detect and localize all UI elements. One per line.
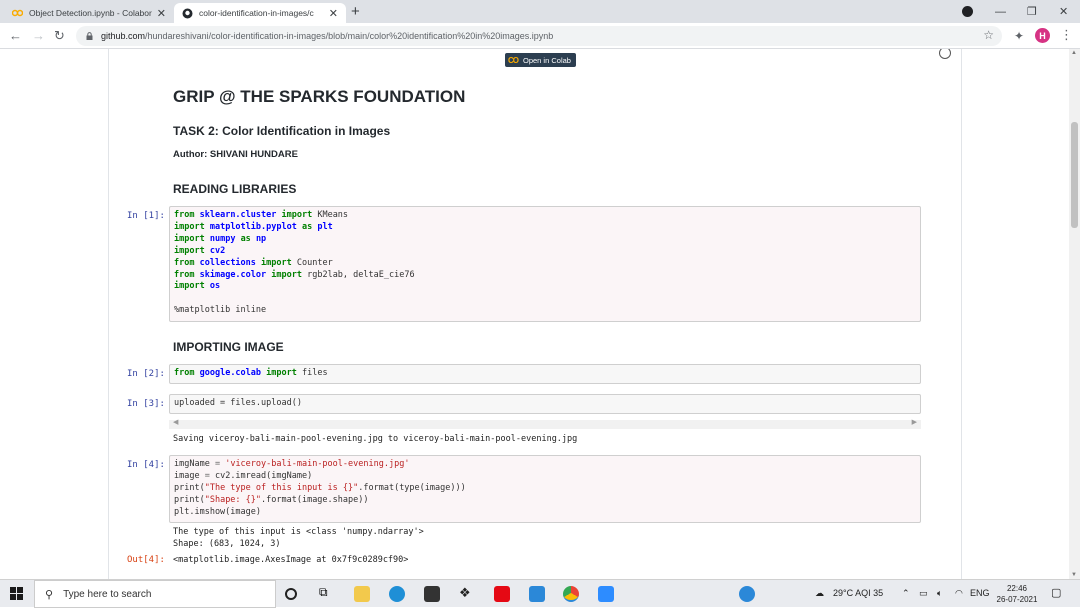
output-horizontal-scrollbar[interactable]: ◀ ▶ [169, 418, 921, 429]
system-clock[interactable]: 22:46 26-07-2021 [990, 583, 1044, 605]
minimize-icon[interactable]: — [995, 0, 1006, 23]
profile-menu-icon[interactable] [962, 6, 973, 17]
clock-time: 22:46 [1006, 584, 1028, 593]
code-cell-1[interactable]: from sklearn.cluster import KMeans impor… [169, 206, 921, 322]
cell-prompt: In [2]: [127, 369, 165, 379]
tab-close-icon[interactable]: ✕ [157, 7, 166, 20]
page-title: GRIP @ THE SPARKS FOUNDATION [173, 87, 466, 106]
weather-icon[interactable]: ☁ [815, 588, 824, 599]
battery-icon[interactable]: ▭ [919, 588, 928, 599]
browser-tab-bar: Object Detection.ipynb - Colabor ✕ color… [0, 0, 1080, 23]
new-tab-icon[interactable]: + [351, 3, 360, 20]
url-domain: github.com [101, 31, 146, 41]
clock-date: 26-07-2021 [996, 595, 1038, 604]
search-placeholder: Type here to search [63, 588, 152, 600]
cell-output: Saving viceroy-bali-main-pool-evening.jp… [173, 434, 578, 444]
scroll-left-icon[interactable]: ◀ [173, 418, 178, 426]
netflix-icon[interactable] [494, 586, 510, 602]
cell-output: The type of this input is <class 'numpy.… [173, 527, 424, 549]
help-icon[interactable] [739, 586, 755, 602]
volume-icon[interactable]: 🔈︎ [937, 588, 942, 599]
restore-icon[interactable]: ❐ [1027, 0, 1037, 23]
chrome-icon[interactable] [563, 586, 579, 602]
code-cell-2[interactable]: from google.colab import files [169, 364, 921, 384]
mail-icon[interactable] [529, 586, 545, 602]
cell-prompt: In [3]: [127, 399, 165, 409]
windows-taskbar: ⚲ Type here to search ⧉ ❖ ☁ 29°C AQI 35 … [0, 579, 1080, 608]
taskbar-search-box[interactable]: ⚲ Type here to search [34, 580, 276, 608]
windows-start-icon[interactable] [10, 587, 23, 600]
file-explorer-icon[interactable] [354, 586, 370, 602]
notification-icon[interactable]: ▢ [1051, 586, 1061, 599]
lock-icon [86, 32, 93, 40]
zoom-icon[interactable] [598, 586, 614, 602]
language-indicator[interactable]: ENG [970, 588, 990, 598]
store-icon[interactable] [424, 586, 440, 602]
colab-favicon-icon [12, 8, 23, 19]
extensions-puzzle-icon[interactable]: ✦ [1014, 29, 1024, 43]
cortana-icon[interactable] [285, 588, 297, 600]
colab-logo-icon: CO [508, 55, 519, 65]
author-line: Author: SHIVANI HUNDARE [173, 149, 298, 160]
scrollbar-thumb[interactable] [1071, 122, 1078, 228]
url-path: /hundareshivani/color-identification-in-… [145, 31, 554, 41]
colab-badge-label: Open in Colab [523, 55, 571, 65]
avatar[interactable]: H [1035, 28, 1050, 43]
address-bar[interactable]: github.com/hundareshivani/color-identifi… [76, 26, 1002, 46]
github-favicon-icon [182, 8, 193, 19]
wifi-icon[interactable]: ◠ [955, 588, 963, 599]
weather-text[interactable]: 29°C AQI 35 [833, 588, 883, 598]
tab-close-icon[interactable]: ✕ [329, 7, 338, 20]
scroll-up-icon[interactable]: ▲ [1071, 50, 1077, 56]
out-value: <matplotlib.image.AxesImage at 0x7f9c028… [173, 555, 409, 565]
tab-title: color-identification-in-images/c [199, 8, 314, 18]
task-heading: TASK 2: Color Identification in Images [173, 124, 391, 138]
back-icon[interactable]: ← [9, 27, 22, 45]
open-in-colab-button[interactable]: CO Open in Colab [505, 53, 576, 67]
cell-prompt: In [4]: [127, 460, 165, 470]
task-view-icon[interactable]: ⧉ [319, 585, 335, 601]
edge-icon[interactable] [389, 586, 405, 602]
tray-expand-icon[interactable]: ⌃ [902, 588, 910, 599]
tab-color-identification[interactable]: color-identification-in-images/c ✕ [174, 3, 346, 23]
page-content: CO Open in Colab GRIP @ THE SPARKS FOUND… [0, 49, 1069, 579]
section-reading-libraries: READING LIBRARIES [173, 182, 297, 196]
browser-toolbar: ← → ↻ github.com/hundareshivani/color-id… [0, 23, 1080, 49]
section-importing-image: IMPORTING IMAGE [173, 340, 284, 354]
search-icon: ⚲ [45, 588, 54, 601]
out-prompt: Out[4]: [127, 555, 165, 565]
bookmark-star-icon[interactable]: ☆ [983, 28, 994, 42]
dropbox-icon[interactable]: ❖ [459, 585, 475, 601]
tab-object-detection[interactable]: Object Detection.ipynb - Colabor ✕ [4, 3, 174, 23]
close-window-icon[interactable]: ✕ [1059, 0, 1068, 23]
cell-prompt: In [1]: [127, 211, 165, 221]
browser-menu-icon[interactable]: ⋮ [1060, 27, 1073, 43]
page-vertical-scrollbar[interactable]: ▲ ▼ [1069, 49, 1080, 579]
forward-icon[interactable]: → [32, 27, 45, 45]
code-cell-3[interactable]: uploaded = files.upload() [169, 394, 921, 414]
code-cell-4[interactable]: imgName = 'viceroy-bali-main-pool-evenin… [169, 455, 921, 523]
scroll-right-icon[interactable]: ▶ [912, 418, 917, 426]
scroll-down-icon[interactable]: ▼ [1071, 572, 1077, 578]
tab-title: Object Detection.ipynb - Colabor [29, 8, 152, 18]
reload-icon[interactable]: ↻ [54, 27, 65, 45]
